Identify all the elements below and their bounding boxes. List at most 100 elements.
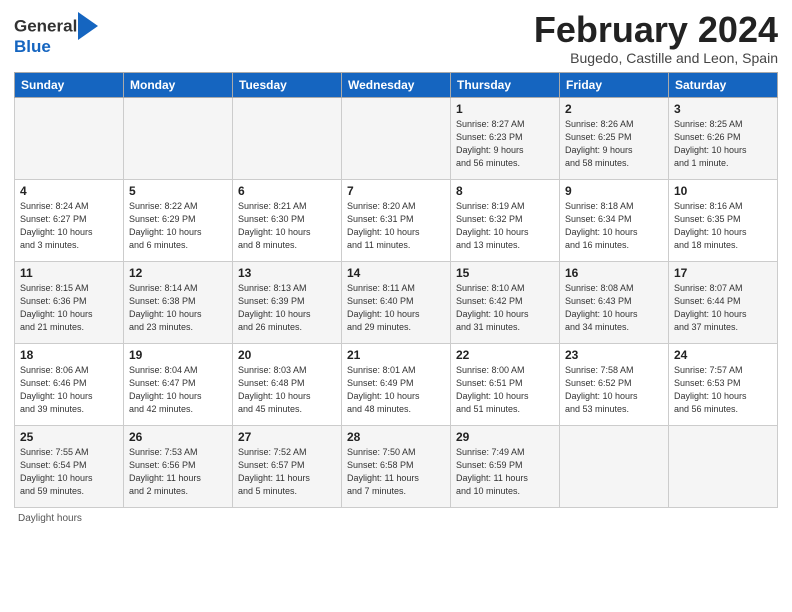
month-year-title: February 2024: [534, 10, 778, 50]
day-number: 29: [456, 430, 554, 444]
day-number: 27: [238, 430, 336, 444]
day-number: 20: [238, 348, 336, 362]
day-info: Sunrise: 8:22 AM Sunset: 6:29 PM Dayligh…: [129, 200, 227, 252]
calendar-cell: 12 Sunrise: 8:14 AM Sunset: 6:38 PM Dayli…: [124, 261, 233, 343]
calendar-table: SundayMondayTuesdayWednesdayThursdayFrid…: [14, 72, 778, 508]
column-header-tuesday: Tuesday: [233, 72, 342, 97]
title-block: February 2024 Bugedo, Castille and Leon,…: [534, 10, 778, 66]
day-info: Sunrise: 8:16 AM Sunset: 6:35 PM Dayligh…: [674, 200, 772, 252]
week-row-5: 25 Sunrise: 7:55 AM Sunset: 6:54 PM Dayli…: [15, 425, 778, 507]
calendar-cell: 15 Sunrise: 8:10 AM Sunset: 6:42 PM Dayli…: [451, 261, 560, 343]
day-info: Sunrise: 7:50 AM Sunset: 6:58 PM Dayligh…: [347, 446, 445, 498]
day-info: Sunrise: 8:14 AM Sunset: 6:38 PM Dayligh…: [129, 282, 227, 334]
day-number: 28: [347, 430, 445, 444]
day-info: Sunrise: 8:24 AM Sunset: 6:27 PM Dayligh…: [20, 200, 118, 252]
day-info: Sunrise: 8:03 AM Sunset: 6:48 PM Dayligh…: [238, 364, 336, 416]
footer: Daylight hours: [14, 513, 778, 524]
location-subtitle: Bugedo, Castille and Leon, Spain: [534, 50, 778, 66]
column-header-monday: Monday: [124, 72, 233, 97]
calendar-cell: 20 Sunrise: 8:03 AM Sunset: 6:48 PM Dayli…: [233, 343, 342, 425]
day-number: 12: [129, 266, 227, 280]
calendar-cell: 14 Sunrise: 8:11 AM Sunset: 6:40 PM Dayli…: [342, 261, 451, 343]
day-info: Sunrise: 8:00 AM Sunset: 6:51 PM Dayligh…: [456, 364, 554, 416]
column-header-friday: Friday: [560, 72, 669, 97]
calendar-cell: 23 Sunrise: 7:58 AM Sunset: 6:52 PM Dayli…: [560, 343, 669, 425]
page: General Blue February 2024 Bugedo, Casti…: [0, 0, 792, 612]
column-header-thursday: Thursday: [451, 72, 560, 97]
calendar-cell: 27Sunrise: 7:52 AM Sunset: 6:57 PM Dayli…: [233, 425, 342, 507]
week-row-2: 4 Sunrise: 8:24 AM Sunset: 6:27 PM Daylig…: [15, 179, 778, 261]
day-info: Sunrise: 8:07 AM Sunset: 6:44 PM Dayligh…: [674, 282, 772, 334]
calendar-cell: 26Sunrise: 7:53 AM Sunset: 6:56 PM Dayli…: [124, 425, 233, 507]
calendar-cell: [124, 97, 233, 179]
day-number: 25: [20, 430, 118, 444]
calendar-cell: 8 Sunrise: 8:19 AM Sunset: 6:32 PM Daylig…: [451, 179, 560, 261]
day-number: 22: [456, 348, 554, 362]
day-info: Sunrise: 7:57 AM Sunset: 6:53 PM Dayligh…: [674, 364, 772, 416]
calendar-cell: 2 Sunrise: 8:26 AM Sunset: 6:25 PM Daylig…: [560, 97, 669, 179]
day-number: 3: [674, 102, 772, 116]
day-number: 18: [20, 348, 118, 362]
day-info: Sunrise: 8:15 AM Sunset: 6:36 PM Dayligh…: [20, 282, 118, 334]
day-number: 19: [129, 348, 227, 362]
calendar-cell: [342, 97, 451, 179]
calendar-cell: 25 Sunrise: 7:55 AM Sunset: 6:54 PM Dayli…: [15, 425, 124, 507]
calendar-header-row: SundayMondayTuesdayWednesdayThursdayFrid…: [15, 72, 778, 97]
day-number: 8: [456, 184, 554, 198]
day-info: Sunrise: 8:20 AM Sunset: 6:31 PM Dayligh…: [347, 200, 445, 252]
day-number: 15: [456, 266, 554, 280]
day-info: Sunrise: 8:26 AM Sunset: 6:25 PM Dayligh…: [565, 118, 663, 170]
calendar-cell: 9Sunrise: 8:18 AM Sunset: 6:34 PM Daylig…: [560, 179, 669, 261]
calendar-cell: 21Sunrise: 8:01 AM Sunset: 6:49 PM Dayli…: [342, 343, 451, 425]
calendar-cell: 13Sunrise: 8:13 AM Sunset: 6:39 PM Dayli…: [233, 261, 342, 343]
logo-general: General: [14, 16, 77, 35]
calendar-cell: 10 Sunrise: 8:16 AM Sunset: 6:35 PM Dayli…: [669, 179, 778, 261]
calendar-cell: 16 Sunrise: 8:08 AM Sunset: 6:43 PM Dayli…: [560, 261, 669, 343]
day-info: Sunrise: 8:18 AM Sunset: 6:34 PM Dayligh…: [565, 200, 663, 252]
day-number: 2: [565, 102, 663, 116]
column-header-wednesday: Wednesday: [342, 72, 451, 97]
day-info: Sunrise: 7:49 AM Sunset: 6:59 PM Dayligh…: [456, 446, 554, 498]
day-number: 16: [565, 266, 663, 280]
day-info: Sunrise: 7:55 AM Sunset: 6:54 PM Dayligh…: [20, 446, 118, 498]
day-info: Sunrise: 8:04 AM Sunset: 6:47 PM Dayligh…: [129, 364, 227, 416]
calendar-cell: 22 Sunrise: 8:00 AM Sunset: 6:51 PM Dayli…: [451, 343, 560, 425]
day-number: 17: [674, 266, 772, 280]
day-number: 21: [347, 348, 445, 362]
calendar-cell: 5 Sunrise: 8:22 AM Sunset: 6:29 PM Daylig…: [124, 179, 233, 261]
day-number: 14: [347, 266, 445, 280]
day-number: 7: [347, 184, 445, 198]
column-header-saturday: Saturday: [669, 72, 778, 97]
column-header-sunday: Sunday: [15, 72, 124, 97]
logo-triangle-icon: [78, 12, 98, 40]
day-number: 10: [674, 184, 772, 198]
day-info: Sunrise: 8:21 AM Sunset: 6:30 PM Dayligh…: [238, 200, 336, 252]
week-row-1: 1 Sunrise: 8:27 AM Sunset: 6:23 PM Daylig…: [15, 97, 778, 179]
calendar-cell: 1 Sunrise: 8:27 AM Sunset: 6:23 PM Daylig…: [451, 97, 560, 179]
calendar-cell: 11 Sunrise: 8:15 AM Sunset: 6:36 PM Dayli…: [15, 261, 124, 343]
week-row-3: 11 Sunrise: 8:15 AM Sunset: 6:36 PM Dayli…: [15, 261, 778, 343]
calendar-cell: [669, 425, 778, 507]
calendar-cell: 4 Sunrise: 8:24 AM Sunset: 6:27 PM Daylig…: [15, 179, 124, 261]
day-number: 11: [20, 266, 118, 280]
day-info: Sunrise: 8:10 AM Sunset: 6:42 PM Dayligh…: [456, 282, 554, 334]
calendar-cell: 28 Sunrise: 7:50 AM Sunset: 6:58 PM Dayli…: [342, 425, 451, 507]
day-number: 5: [129, 184, 227, 198]
calendar-cell: 19 Sunrise: 8:04 AM Sunset: 6:47 PM Dayli…: [124, 343, 233, 425]
day-info: Sunrise: 8:19 AM Sunset: 6:32 PM Dayligh…: [456, 200, 554, 252]
day-number: 4: [20, 184, 118, 198]
calendar-cell: 18 Sunrise: 8:06 AM Sunset: 6:46 PM Dayli…: [15, 343, 124, 425]
logo-blue: Blue: [14, 37, 51, 56]
day-number: 24: [674, 348, 772, 362]
day-info: Sunrise: 8:06 AM Sunset: 6:46 PM Dayligh…: [20, 364, 118, 416]
day-info: Sunrise: 7:58 AM Sunset: 6:52 PM Dayligh…: [565, 364, 663, 416]
day-info: Sunrise: 8:11 AM Sunset: 6:40 PM Dayligh…: [347, 282, 445, 334]
day-number: 26: [129, 430, 227, 444]
calendar-cell: 6Sunrise: 8:21 AM Sunset: 6:30 PM Daylig…: [233, 179, 342, 261]
day-info: Sunrise: 8:27 AM Sunset: 6:23 PM Dayligh…: [456, 118, 554, 170]
day-number: 1: [456, 102, 554, 116]
calendar-cell: 7 Sunrise: 8:20 AM Sunset: 6:31 PM Daylig…: [342, 179, 451, 261]
header: General Blue February 2024 Bugedo, Casti…: [14, 10, 778, 66]
day-number: 23: [565, 348, 663, 362]
day-info: Sunrise: 8:08 AM Sunset: 6:43 PM Dayligh…: [565, 282, 663, 334]
